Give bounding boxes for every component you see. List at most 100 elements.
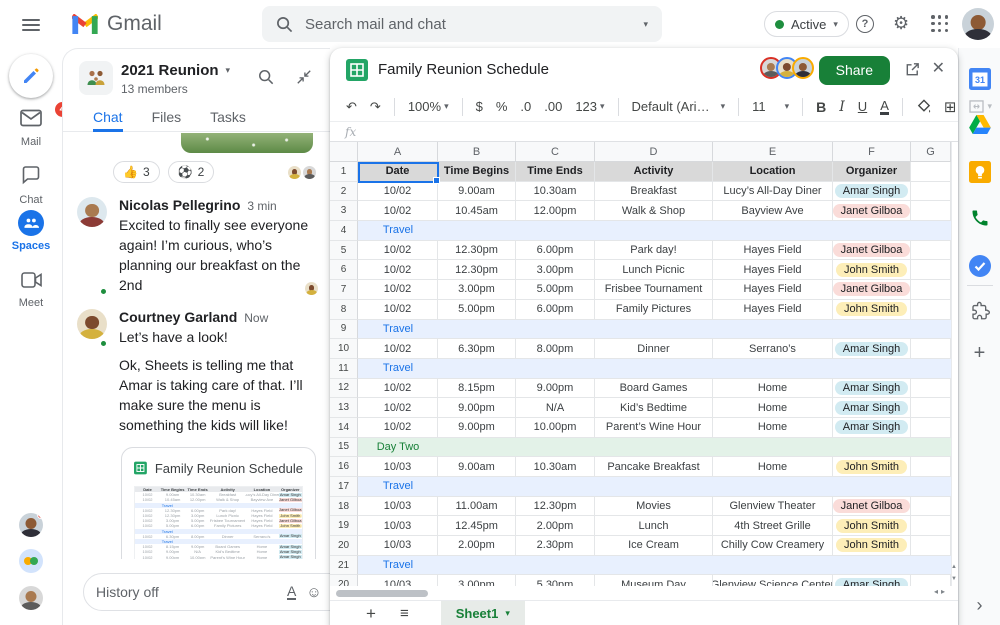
- keep-icon[interactable]: [968, 161, 991, 188]
- cell[interactable]: 9.00am: [438, 457, 516, 477]
- cell[interactable]: 9.00pm: [438, 398, 516, 418]
- zoom-select[interactable]: 100% ▾: [408, 99, 449, 114]
- cell[interactable]: 8.00pm: [516, 339, 595, 359]
- share-button[interactable]: Share: [818, 56, 890, 85]
- section-band[interactable]: Travel: [358, 319, 951, 340]
- cell[interactable]: 9.00am: [438, 181, 516, 202]
- cell[interactable]: Home: [713, 457, 833, 477]
- cell[interactable]: 6.00pm: [516, 240, 595, 261]
- collaborator-avatar[interactable]: [792, 57, 814, 79]
- column-header[interactable]: D: [595, 142, 713, 162]
- cell[interactable]: [911, 280, 951, 300]
- undo-icon[interactable]: ↶: [346, 99, 357, 115]
- row-number[interactable]: 8: [330, 299, 358, 320]
- close-icon[interactable]: ✕: [932, 60, 945, 78]
- cell[interactable]: [911, 536, 951, 556]
- formula-bar[interactable]: fx: [330, 122, 958, 142]
- cell[interactable]: Lunch: [595, 516, 713, 537]
- cell[interactable]: Home: [713, 398, 833, 418]
- cell[interactable]: 12.30pm: [438, 240, 516, 261]
- cell[interactable]: Breakfast: [595, 181, 713, 202]
- cell[interactable]: Movies: [595, 496, 713, 517]
- cell[interactable]: Museum Day: [595, 575, 713, 586]
- cell[interactable]: [911, 240, 951, 261]
- cell[interactable]: Dinner: [595, 339, 713, 359]
- cell[interactable]: Ice Cream: [595, 536, 713, 556]
- cell[interactable]: Home: [713, 378, 833, 399]
- row-number[interactable]: 17: [330, 477, 358, 497]
- cell[interactable]: Chilly Cow Creamery: [713, 536, 833, 556]
- row-number[interactable]: 1: [330, 162, 358, 182]
- chat-search-icon[interactable]: [258, 69, 274, 90]
- row-number[interactable]: 6: [330, 260, 358, 281]
- cell[interactable]: 10/02: [358, 339, 438, 359]
- message-input[interactable]: [96, 584, 277, 600]
- row-number[interactable]: 20: [330, 575, 358, 586]
- add-side-app-icon[interactable]: +: [974, 343, 986, 363]
- cell[interactable]: N/A: [516, 398, 595, 418]
- tasks-icon[interactable]: [968, 255, 991, 282]
- cell[interactable]: [911, 575, 951, 586]
- search-input[interactable]: [305, 15, 632, 33]
- row-number[interactable]: 13: [330, 398, 358, 418]
- row-number[interactable]: 12: [330, 378, 358, 399]
- cell[interactable]: 10/02: [358, 299, 438, 320]
- cell[interactable]: Family Pictures: [595, 299, 713, 320]
- reaction-thumbs-up[interactable]: 👍 3: [113, 161, 160, 183]
- row-number[interactable]: 2: [330, 181, 358, 202]
- cell[interactable]: 12.45pm: [438, 516, 516, 537]
- vertical-scrollbar[interactable]: ▲ ▼: [951, 142, 958, 586]
- row-number[interactable]: 10: [330, 339, 358, 359]
- cell[interactable]: Serrano’s: [713, 339, 833, 359]
- cell[interactable]: 10/02: [358, 417, 438, 438]
- cell[interactable]: [911, 181, 951, 202]
- increase-decimal-button[interactable]: .00: [544, 99, 562, 114]
- sheet-tab-active[interactable]: Sheet1 ▾: [440, 600, 525, 625]
- collapse-panel-icon[interactable]: [296, 69, 312, 90]
- cell[interactable]: [911, 457, 951, 477]
- google-apps-icon[interactable]: [931, 15, 949, 33]
- cell[interactable]: 12.30pm: [438, 260, 516, 281]
- extensions-puzzle-icon[interactable]: [970, 301, 990, 326]
- cell[interactable]: Hayes Field: [713, 280, 833, 300]
- cell[interactable]: Hayes Field: [713, 240, 833, 261]
- voice-icon[interactable]: [970, 208, 990, 233]
- cell[interactable]: 4th Street Grille: [713, 516, 833, 537]
- cell[interactable]: 2.00pm: [516, 516, 595, 537]
- search-options-caret[interactable]: ▾: [643, 19, 648, 30]
- row-number[interactable]: 3: [330, 201, 358, 222]
- shared-photo-thumbnail[interactable]: [181, 133, 313, 153]
- header-cell[interactable]: Date: [358, 162, 438, 182]
- cell[interactable]: 10/02: [358, 378, 438, 399]
- column-header[interactable]: E: [713, 142, 833, 162]
- section-band[interactable]: Travel: [358, 221, 951, 241]
- search-bar[interactable]: ▾: [262, 6, 662, 42]
- all-sheets-menu-icon[interactable]: ≡: [400, 606, 409, 621]
- format-text-icon[interactable]: A: [287, 584, 297, 600]
- cell-organizer[interactable]: Amar Singh: [833, 181, 911, 202]
- cell[interactable]: 3.00pm: [438, 575, 516, 586]
- cell[interactable]: 10/02: [358, 260, 438, 281]
- cell[interactable]: Home: [713, 417, 833, 438]
- cell[interactable]: Board Games: [595, 378, 713, 399]
- cell-organizer[interactable]: Amar Singh: [833, 398, 911, 418]
- sender-avatar[interactable]: [77, 197, 107, 227]
- status-selector[interactable]: Active ▾: [764, 11, 849, 37]
- format-percent-button[interactable]: %: [496, 99, 508, 114]
- cell[interactable]: 10/03: [358, 575, 438, 586]
- cell[interactable]: 2.30pm: [516, 536, 595, 556]
- row-number[interactable]: 16: [330, 457, 358, 477]
- sender-avatar[interactable]: [77, 309, 107, 339]
- italic-button[interactable]: I: [839, 99, 845, 115]
- tab-files[interactable]: Files: [152, 105, 182, 132]
- cell[interactable]: Glenview Theater: [713, 496, 833, 517]
- bold-button[interactable]: B: [816, 99, 826, 115]
- redo-icon[interactable]: ↷: [370, 99, 381, 115]
- reaction-soccer[interactable]: ⚽ 2: [167, 161, 215, 183]
- row-number[interactable]: 9: [330, 319, 358, 340]
- scroll-left-right-arrows[interactable]: ◂▸: [934, 587, 948, 596]
- cell[interactable]: 10.45am: [438, 201, 516, 222]
- cell[interactable]: Kid’s Bedtime: [595, 398, 713, 418]
- row-number[interactable]: 11: [330, 358, 358, 379]
- cell[interactable]: [911, 398, 951, 418]
